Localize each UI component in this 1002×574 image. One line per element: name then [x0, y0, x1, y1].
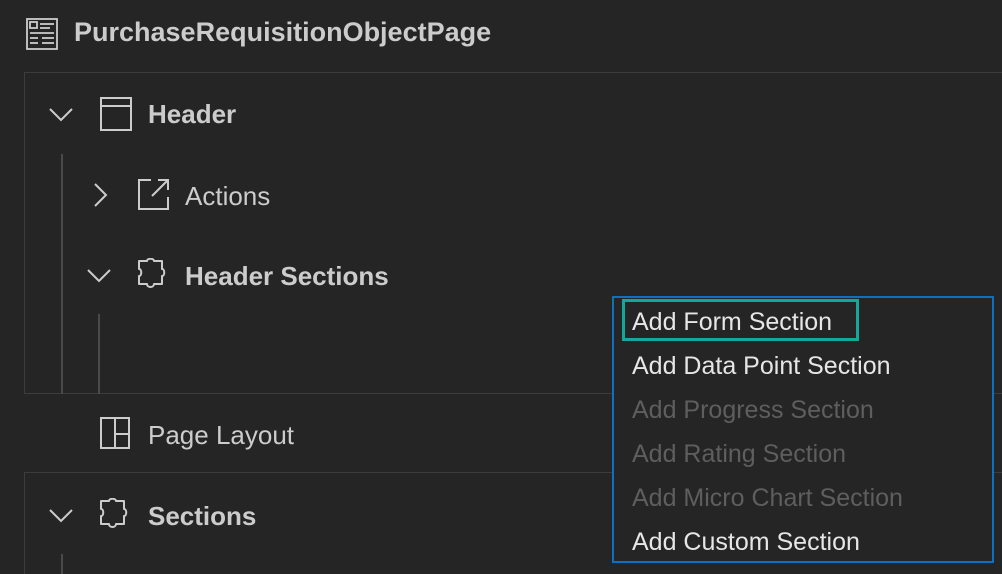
- menu-item-label: Add Data Point Section: [632, 352, 891, 380]
- page-title: PurchaseRequisitionObjectPage: [74, 17, 492, 47]
- focus-ring: [622, 299, 859, 341]
- tree-node-label: Header: [148, 99, 237, 129]
- chevron-down-icon[interactable]: [86, 262, 112, 293]
- menu-item-add-data-point-section[interactable]: Add Data Point Section: [630, 346, 982, 386]
- tree-node-label: Page Layout: [148, 420, 295, 450]
- page-editor-outline: PurchaseRequisitionObjectPage Header Act…: [0, 0, 1002, 574]
- menu-item-label: Add Micro Chart Section: [632, 484, 903, 512]
- chevron-down-icon[interactable]: [48, 502, 74, 533]
- tree-indent-guide: [98, 314, 100, 394]
- menu-item-add-rating-section: Add Rating Section: [630, 434, 982, 474]
- menu-item-add-micro-chart-section: Add Micro Chart Section: [630, 478, 982, 518]
- title-row: PurchaseRequisitionObjectPage: [0, 0, 1002, 72]
- menu-item-label: Add Progress Section: [632, 396, 874, 424]
- menu-item-add-progress-section: Add Progress Section: [630, 390, 982, 430]
- tree-node-label: Actions: [185, 181, 271, 211]
- panel-icon: [100, 97, 132, 136]
- puzzle-icon: [98, 497, 132, 537]
- tree-node-label: Header Sections: [185, 261, 389, 291]
- layout-icon: [100, 417, 130, 454]
- context-menu: Add Form Section Add Data Point Section …: [612, 296, 994, 563]
- tree-node-label: Sections: [148, 501, 257, 531]
- menu-item-label: Add Custom Section: [632, 528, 860, 556]
- chevron-down-icon[interactable]: [48, 101, 74, 127]
- tree-indent-guide: [61, 554, 63, 574]
- chevron-right-icon[interactable]: [90, 182, 110, 213]
- puzzle-icon: [136, 257, 170, 297]
- tree-node-actions[interactable]: Actions: [62, 156, 1002, 234]
- external-link-icon: [138, 178, 170, 215]
- menu-item-add-form-section[interactable]: Add Form Section: [622, 299, 982, 342]
- menu-item-add-custom-section[interactable]: Add Custom Section: [630, 522, 982, 562]
- page-form-icon: [26, 18, 58, 50]
- menu-item-label: Add Rating Section: [632, 440, 847, 468]
- tree-node-header[interactable]: Header: [24, 74, 1002, 154]
